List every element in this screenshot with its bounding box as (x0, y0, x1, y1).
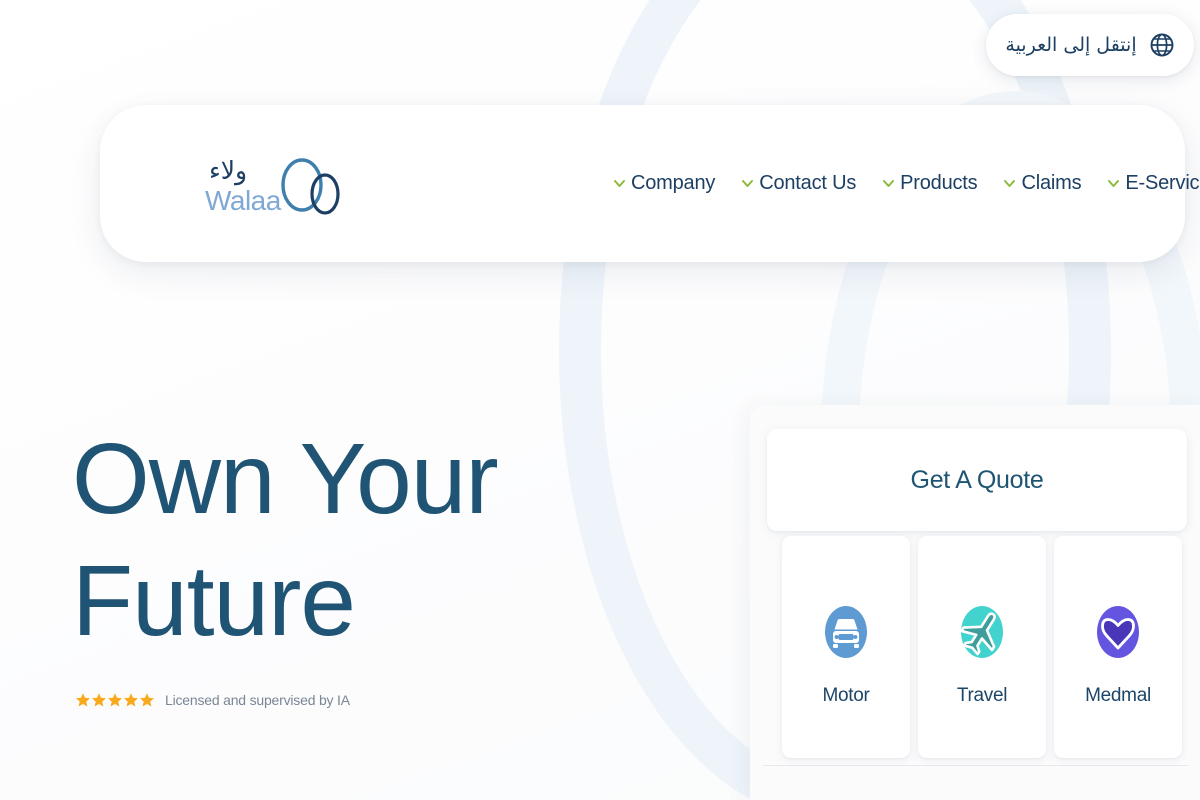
walaa-logo[interactable]: ولاء Walaa (205, 148, 341, 220)
quote-tile-label-travel: Travel (956, 685, 1008, 706)
nav-item-claims[interactable]: Claims (990, 172, 1094, 195)
main-navigation: Company Contact Us Products Claims E-Ser… (600, 105, 1200, 262)
logo-arabic-text: ولاء (209, 156, 247, 186)
logo-latin-text: Walaa (205, 185, 282, 216)
panel-divider (763, 765, 1188, 766)
nav-label-products: Products (900, 172, 978, 194)
language-switch-button[interactable]: إنتقل إلى العربية (986, 14, 1194, 76)
star-icon (140, 693, 154, 707)
site-header: ولاء Walaa Company Contact Us Products C… (100, 105, 1200, 262)
get-a-quote-panel: Get A Quote Motor Travel Medmal (750, 405, 1200, 800)
quote-tile-label-medmal: Medmal (1085, 685, 1151, 706)
quote-tile-medmal[interactable]: Medmal (1054, 536, 1182, 758)
quote-tile-label-motor: Motor (822, 685, 870, 706)
quote-header-title: Get A Quote (910, 465, 1044, 494)
quote-header-card[interactable]: Get A Quote (767, 429, 1187, 531)
star-icon (108, 693, 122, 707)
quote-product-tiles: Motor Travel Medmal (782, 536, 1187, 758)
star-icon (92, 693, 106, 707)
chevron-down-icon (742, 180, 754, 187)
chevron-down-icon (1108, 180, 1120, 187)
quote-tile-motor[interactable]: Motor (782, 536, 910, 758)
car-icon (821, 601, 871, 663)
language-switch-label: إنتقل إلى العربية (1005, 34, 1137, 56)
chevron-down-icon (614, 180, 625, 187)
star-rating (75, 692, 155, 708)
nav-label-claims: Claims (1021, 172, 1082, 194)
airplane-icon (957, 601, 1007, 663)
heart-icon (1093, 601, 1143, 663)
hero-title: Own Your Future (72, 423, 499, 657)
star-icon (124, 693, 138, 707)
quote-tile-travel[interactable]: Travel (918, 536, 1046, 758)
nav-item-e-services[interactable]: E-Services (1094, 172, 1200, 195)
rating-row: Licensed and supervised by IA (75, 692, 692, 708)
chevron-down-icon (883, 180, 895, 187)
page-root: إنتقل إلى العربية ولاء Walaa Company Con… (0, 0, 1200, 800)
nav-label-company: Company (631, 172, 716, 194)
nav-label-e-services: E-Services (1125, 172, 1200, 194)
nav-item-company[interactable]: Company (600, 172, 728, 195)
chevron-down-icon (1004, 180, 1016, 187)
hero-section: Own Your Future Licensed and supervised … (72, 418, 692, 708)
nav-label-contact-us: Contact Us (759, 172, 857, 194)
star-icon (76, 693, 90, 707)
nav-item-contact-us[interactable]: Contact Us (728, 172, 869, 195)
rating-caption: Licensed and supervised by IA (165, 692, 350, 708)
nav-item-products[interactable]: Products (869, 172, 990, 195)
globe-icon (1150, 33, 1174, 57)
